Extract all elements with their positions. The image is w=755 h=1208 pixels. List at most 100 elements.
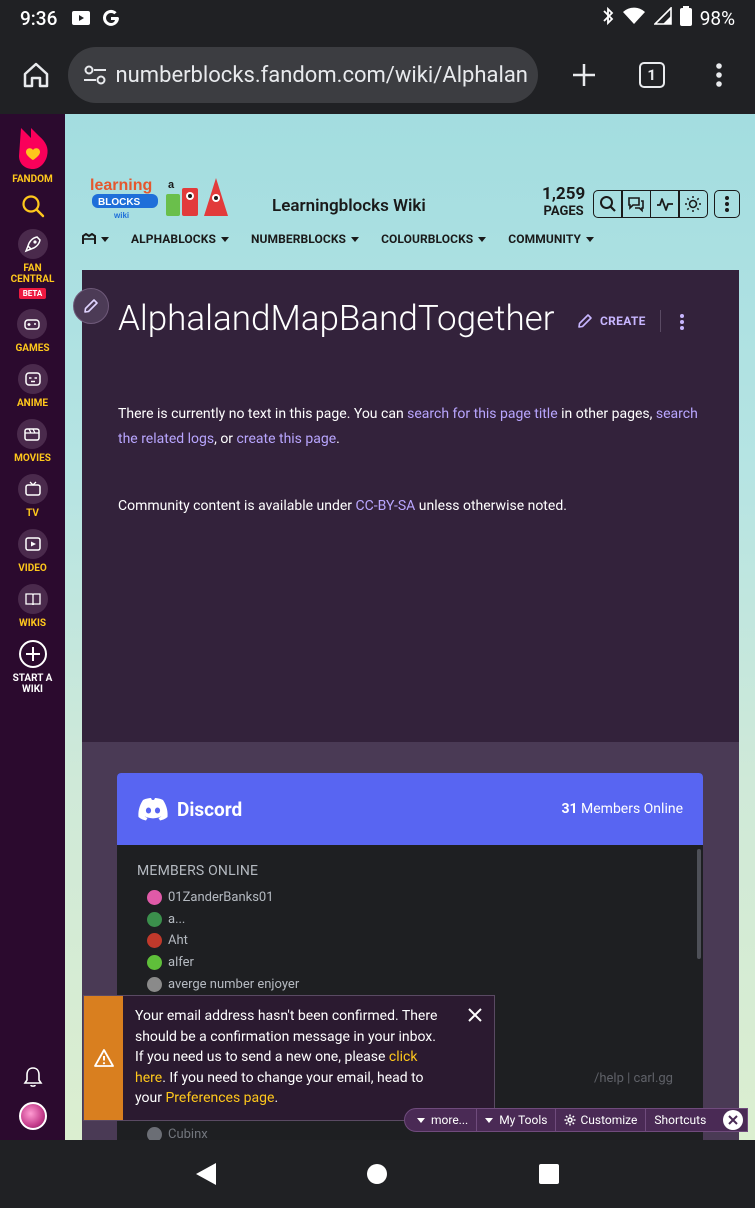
wifi-icon — [622, 7, 646, 30]
close-icon — [728, 1115, 738, 1125]
member-name: alfer — [168, 955, 194, 971]
rail-item-fan-central[interactable]: FAN CENTRAL BETA — [7, 229, 59, 299]
chevron-down-icon — [417, 1117, 425, 1123]
divider — [660, 310, 661, 332]
no-text-message: There is currently no text in this page.… — [118, 402, 708, 452]
tab-count: 1 — [638, 62, 665, 88]
edit-page-button[interactable] — [73, 288, 109, 324]
cc-by-sa-link[interactable]: CC-BY-SA — [356, 498, 416, 514]
browser-menu-button[interactable] — [698, 53, 742, 97]
wiki-header: learning a BLOCKS wiki Learningblocks Wi… — [82, 172, 742, 272]
close-tools-button[interactable] — [723, 1110, 743, 1130]
learningblocks-wiki-logo[interactable]: learning a BLOCKS wiki — [88, 174, 258, 224]
add-circle-icon — [18, 640, 47, 668]
preferences-page-link[interactable]: Preferences page — [165, 1090, 274, 1106]
warning-icon — [93, 1049, 114, 1067]
create-button[interactable]: CREATE — [576, 312, 646, 330]
logo-text-wiki: wiki — [113, 211, 129, 220]
list-item[interactable]: 01ZanderBanks01 — [137, 887, 683, 909]
rail-item-games[interactable]: GAMES — [15, 309, 50, 354]
rail-label-fan-central: FAN CENTRAL — [10, 263, 55, 285]
page-actions-menu[interactable] — [674, 312, 690, 332]
rail-search[interactable] — [20, 193, 46, 219]
fandom-label[interactable]: FANDOM — [12, 174, 53, 185]
rail-item-tv[interactable]: TV — [17, 474, 48, 519]
user-avatar[interactable] — [18, 1102, 47, 1130]
online-count-number: 31 — [561, 801, 578, 817]
youtube-notification-icon — [71, 9, 91, 27]
discord-members: MEMBERS ONLINE 01ZanderBanks01 a... Aht alf… — [117, 845, 703, 1013]
home-icon — [23, 62, 48, 88]
pencil-icon — [84, 299, 98, 313]
plus-icon — [573, 64, 596, 86]
site-settings-icon[interactable] — [80, 60, 110, 90]
wiki-search-button[interactable] — [592, 190, 623, 218]
bluetooth-icon — [602, 6, 614, 31]
create-this-page-link[interactable]: create this page — [237, 431, 337, 447]
member-name: 01ZanderBanks01 — [168, 890, 274, 906]
recent-changes-button[interactable] — [649, 190, 680, 218]
discord-logo-icon — [138, 798, 168, 821]
discord-footer: /help | carl.gg — [594, 1071, 673, 1086]
page-count-label: PAGES — [543, 204, 584, 219]
discussions-icon — [628, 197, 644, 213]
rail-item-wikis[interactable]: WIKIS — [17, 584, 48, 629]
beta-badge: BETA — [18, 288, 47, 299]
discord-online-count: 31 Members Online — [561, 801, 683, 817]
home-circle-icon[interactable] — [367, 1164, 388, 1184]
members-online-heading: MEMBERS ONLINE — [137, 863, 259, 879]
rail-item-start-a-wiki[interactable]: START A WIKI — [9, 639, 57, 695]
notext-after: . — [336, 431, 340, 447]
list-item[interactable]: averge number enjoyer — [137, 973, 683, 995]
back-icon[interactable] — [195, 1163, 216, 1185]
new-tab-button[interactable] — [562, 53, 606, 97]
customize-button[interactable]: Customize — [556, 1109, 647, 1131]
wiki-name[interactable]: Learningblocks Wiki — [272, 196, 426, 216]
tv-icon — [17, 474, 48, 504]
fandom-logo-icon[interactable] — [13, 124, 53, 172]
notifications-bell-icon[interactable] — [23, 1066, 43, 1088]
notext-middle2: , or — [214, 431, 237, 447]
nav-community[interactable]: COMMUNITY — [508, 232, 595, 246]
nav-colourblocks[interactable]: COLOURBLOCKS — [381, 232, 487, 246]
banner-after: . — [274, 1090, 279, 1106]
tab-switcher-button[interactable]: 1 — [630, 53, 674, 97]
theme-toggle-button[interactable] — [678, 190, 708, 218]
search-page-title-link[interactable]: search for this page title — [407, 406, 557, 422]
member-avatar — [147, 933, 162, 949]
customize-label: Customize — [580, 1113, 638, 1127]
discussions-button[interactable] — [621, 190, 651, 218]
discord-brand[interactable]: Discord — [137, 797, 242, 821]
more-tools-button[interactable]: more... — [405, 1109, 478, 1131]
chevron-down-icon — [101, 236, 109, 242]
wiki-home-menu[interactable] — [82, 233, 109, 245]
fandom-global-nav: FANDOM FAN CENTRAL BETA GAMES ANIME MOVI… — [0, 114, 65, 1140]
discord-scrollbar[interactable] — [697, 849, 701, 959]
gamepad-icon — [17, 309, 48, 339]
address-bar[interactable]: numberblocks.fandom.com/wiki/Alphalan — [67, 47, 539, 103]
banner-close-button[interactable] — [456, 996, 494, 1120]
list-item[interactable]: Cubinx — [137, 1124, 208, 1140]
recents-icon[interactable] — [539, 1164, 560, 1184]
gear-icon — [564, 1114, 576, 1126]
list-item[interactable]: a... — [137, 909, 683, 931]
member-avatar — [147, 911, 162, 927]
wiki-more-button[interactable] — [714, 190, 740, 218]
wiki-navigation: ALPHABLOCKS NUMBERBLOCKS COLOURBLOCKS CO… — [82, 232, 616, 246]
rail-label-games: GAMES — [15, 343, 50, 354]
list-item[interactable]: alfer — [137, 952, 683, 974]
list-item[interactable]: Aht — [137, 930, 683, 952]
signal-icon — [652, 5, 672, 30]
member-name: averge number enjoyer — [168, 976, 300, 992]
warning-stripe — [84, 996, 123, 1120]
rail-item-movies[interactable]: MOVIES — [14, 419, 51, 464]
search-icon — [599, 196, 616, 212]
shortcuts-button[interactable]: Shortcuts — [646, 1109, 714, 1131]
my-tools-button[interactable]: My Tools — [477, 1109, 557, 1131]
rail-item-video[interactable]: VIDEO — [17, 529, 48, 574]
article-content: AlphalandMapBandTogether CREATE There is… — [82, 270, 739, 742]
nav-numberblocks[interactable]: NUMBERBLOCKS — [251, 232, 360, 246]
nav-alphablocks[interactable]: ALPHABLOCKS — [131, 232, 229, 246]
home-button[interactable] — [14, 53, 58, 97]
rail-item-anime[interactable]: ANIME — [17, 364, 48, 409]
